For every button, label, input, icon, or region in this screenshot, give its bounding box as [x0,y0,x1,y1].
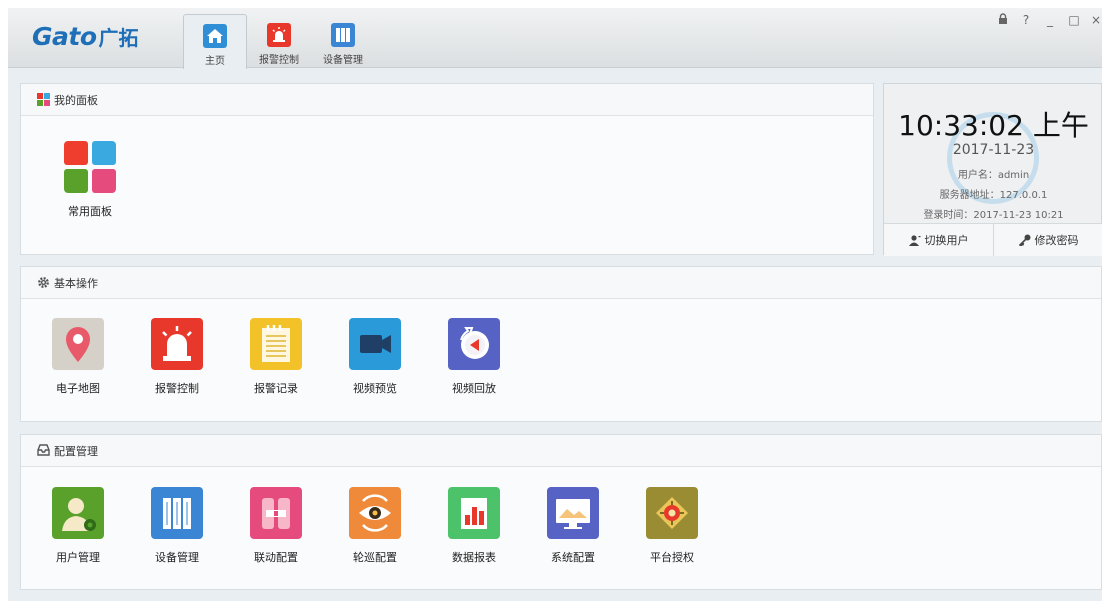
tile-patrol-config-label: 轮巡配置 [353,551,397,564]
common-panel-icon [64,141,116,193]
my-panel-title: 我的面板 [54,93,98,107]
app-window: Gato 广拓 主页 报警控制 设备管理 ? _ □ × 我的面板 常用面板 1… [8,8,1102,601]
basic-ops-section: 基本操作 电子地图 报警控制 报警记录 视频预览 视频回放 [20,266,1102,422]
tile-linkage-config-label: 联动配置 [254,551,298,564]
tab-device-management[interactable]: 设备管理 [311,14,375,68]
gear-icon [37,276,50,289]
config-title: 配置管理 [54,444,98,458]
tile-patrol-config[interactable]: 轮巡配置 [335,487,415,565]
tile-video-preview[interactable]: 视频预览 [335,318,415,396]
tab-alarm-control[interactable]: 报警控制 [247,14,311,68]
device-icon [331,23,355,47]
notepad-icon [250,318,302,370]
tab-alarm-label: 报警控制 [259,55,299,66]
minimize-button[interactable]: _ [1043,12,1057,28]
patrol-eye-icon [349,487,401,539]
grid-icon [37,93,50,106]
key-icon [1018,234,1031,246]
tile-system-config-label: 系统配置 [551,551,595,564]
lock-icon[interactable] [996,12,1010,28]
tile-user-management-label: 用户管理 [56,551,100,564]
tile-system-config[interactable]: 系统配置 [533,487,613,565]
tab-home[interactable]: 主页 [183,14,247,69]
logo-latin: Gato [32,22,97,51]
clock-button-row: 切换用户 修改密码 [884,223,1102,256]
tile-platform-authorization-label: 平台授权 [650,551,694,564]
video-camera-icon [349,318,401,370]
switch-user-label: 切换用户 [924,234,969,247]
bar-chart-icon [448,487,500,539]
linkage-icon [250,487,302,539]
map-pin-icon [52,318,104,370]
tile-linkage-config[interactable]: 联动配置 [236,487,316,565]
title-bar: Gato 广拓 主页 报警控制 设备管理 ? _ □ × [8,8,1102,69]
authorization-icon [646,487,698,539]
logo: Gato 广拓 [32,22,139,52]
tile-data-report-label: 数据报表 [452,551,496,564]
tile-common-panel[interactable]: 常用面板 [50,141,130,219]
device-icon [151,487,203,539]
server-info: 服务器地址：127.0.0.1 [939,190,1048,201]
playback-icon [448,318,500,370]
alarm-icon [151,318,203,370]
switch-user-button[interactable]: 切换用户 [884,224,993,256]
clock-panel: 10:33:02 上午 2017-11-23 用户名：admin 服务器地址：1… [883,83,1102,256]
tile-user-management[interactable]: 用户管理 [38,487,118,565]
tile-video-playback[interactable]: 视频回放 [434,318,514,396]
user-settings-icon [52,487,104,539]
tile-device-management[interactable]: 设备管理 [137,487,217,565]
home-icon [203,24,227,48]
close-button[interactable]: × [1089,12,1102,28]
tile-device-management-label: 设备管理 [155,551,199,564]
clock-time: 10:33:02 上午 [898,109,1089,142]
tile-data-report[interactable]: 数据报表 [434,487,514,565]
inbox-icon [37,444,50,457]
username-info: 用户名：admin [957,170,1030,181]
maximize-button[interactable]: □ [1067,12,1081,28]
tile-common-panel-label: 常用面板 [68,205,112,218]
config-header: 配置管理 [21,435,1101,467]
tile-video-preview-label: 视频预览 [353,382,397,395]
tile-platform-authorization[interactable]: 平台授权 [632,487,712,565]
my-panel-section: 我的面板 常用面板 [20,83,874,255]
tab-device-label: 设备管理 [323,55,363,66]
tile-alarm-records-label: 报警记录 [254,382,298,395]
clock-date: 2017-11-23 [952,142,1035,158]
basic-ops-title: 基本操作 [54,276,98,290]
tile-electronic-map-label: 电子地图 [56,382,100,395]
tile-alarm-control-label: 报警控制 [155,382,199,395]
tile-video-playback-label: 视频回放 [452,382,496,395]
my-panel-header: 我的面板 [21,84,873,116]
change-password-button[interactable]: 修改密码 [993,224,1102,256]
user-icon [908,234,921,246]
config-section: 配置管理 用户管理 设备管理 联动配置 轮巡配置 数据报表 系统配置 平台授权 [20,434,1102,590]
basic-ops-header: 基本操作 [21,267,1101,299]
alarm-icon [267,23,291,47]
logo-cn: 广拓 [98,26,139,50]
change-password-label: 修改密码 [1034,234,1079,247]
monitor-icon [547,487,599,539]
login-time-info: 登录时间：2017-11-23 10:21 [923,210,1064,221]
tile-alarm-records[interactable]: 报警记录 [236,318,316,396]
tab-home-label: 主页 [205,56,225,67]
help-button[interactable]: ? [1019,12,1033,28]
tile-alarm-control[interactable]: 报警控制 [137,318,217,396]
tile-electronic-map[interactable]: 电子地图 [38,318,118,396]
